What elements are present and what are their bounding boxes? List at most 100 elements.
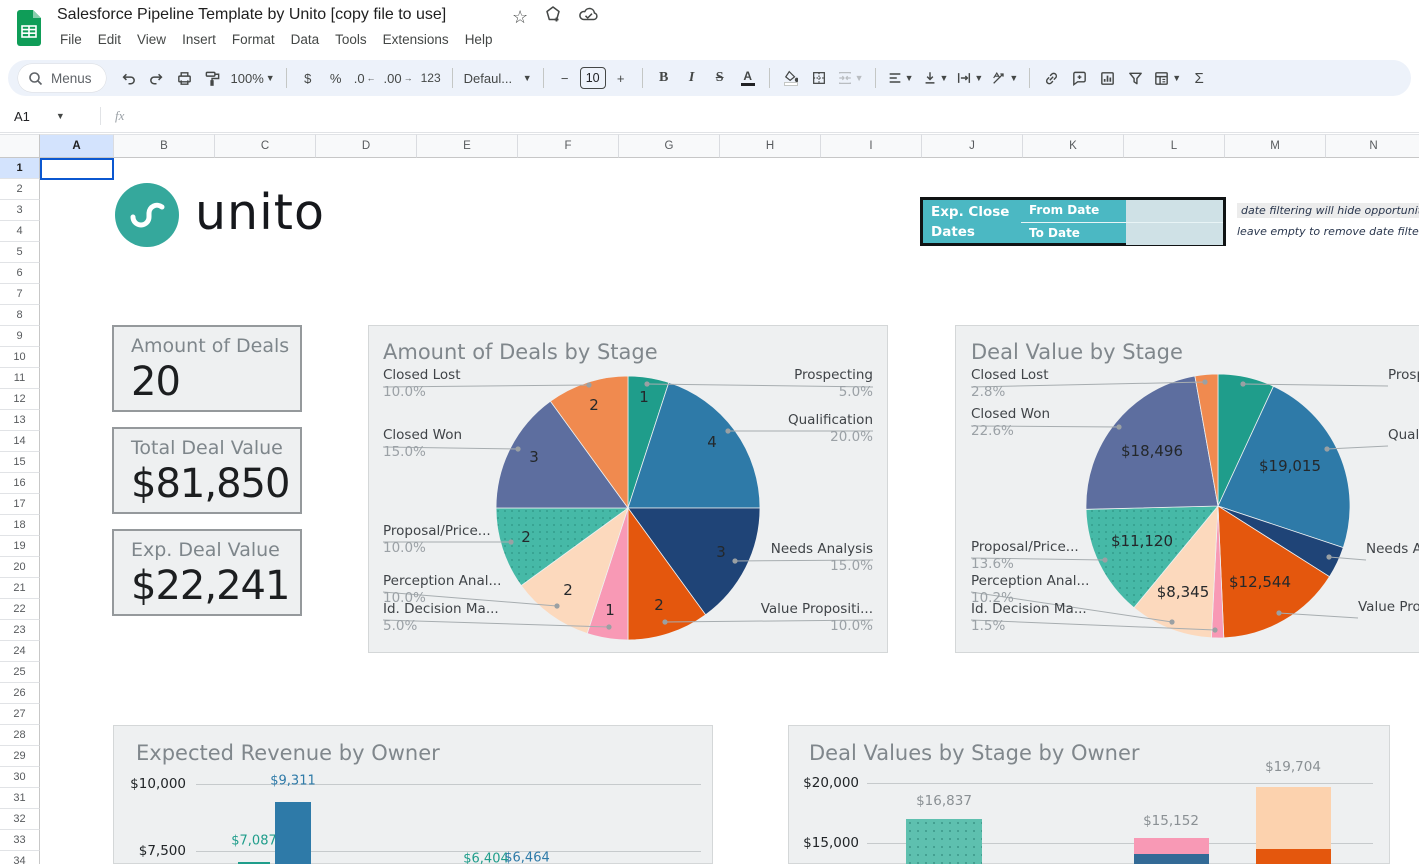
row-header-18[interactable]: 18 — [0, 515, 40, 536]
column-header-g[interactable]: G — [619, 134, 720, 158]
horizontal-align-button[interactable]: ▼ — [884, 65, 917, 91]
menu-format[interactable]: Format — [224, 29, 283, 50]
menu-file[interactable]: File — [52, 29, 90, 50]
row-header-11[interactable]: 11 — [0, 368, 40, 389]
column-header-j[interactable]: J — [922, 134, 1023, 158]
column-header-c[interactable]: C — [215, 134, 316, 158]
chart-value_by_stage[interactable]: Deal Value by StageProspectingQualificat… — [955, 325, 1419, 653]
row-header-8[interactable]: 8 — [0, 305, 40, 326]
row-header-21[interactable]: 21 — [0, 578, 40, 599]
row-header-20[interactable]: 20 — [0, 557, 40, 578]
stacked-bar-segment[interactable] — [906, 819, 982, 864]
row-header-6[interactable]: 6 — [0, 263, 40, 284]
column-header-l[interactable]: L — [1124, 134, 1225, 158]
fill-color-button[interactable] — [778, 65, 804, 91]
document-title[interactable]: Salesforce Pipeline Template by Unito [c… — [57, 6, 446, 24]
menu-edit[interactable]: Edit — [90, 29, 129, 50]
decrease-decimal-button[interactable]: .0← — [351, 65, 379, 91]
row-header-13[interactable]: 13 — [0, 410, 40, 431]
column-header-n[interactable]: N — [1326, 134, 1419, 158]
text-wrap-button[interactable]: ▼ — [953, 65, 986, 91]
increase-font-size-button[interactable]: + — [608, 65, 634, 91]
row-header-19[interactable]: 19 — [0, 536, 40, 557]
italic-button[interactable]: I — [679, 65, 705, 91]
menu-help[interactable]: Help — [457, 29, 501, 50]
formula-input[interactable] — [124, 100, 1419, 132]
text-color-button[interactable]: A — [735, 65, 761, 91]
google-sheets-logo-icon[interactable] — [15, 9, 43, 52]
number-format-button[interactable]: 123 — [418, 65, 444, 91]
decrease-font-size-button[interactable]: − — [552, 65, 578, 91]
print-button[interactable] — [172, 65, 198, 91]
row-header-5[interactable]: 5 — [0, 242, 40, 263]
paint-format-button[interactable] — [200, 65, 226, 91]
row-header-2[interactable]: 2 — [0, 179, 40, 200]
row-header-15[interactable]: 15 — [0, 452, 40, 473]
label-icon[interactable] — [544, 5, 562, 28]
menu-view[interactable]: View — [129, 29, 174, 50]
borders-button[interactable] — [806, 65, 832, 91]
star-icon[interactable]: ☆ — [512, 8, 528, 26]
row-header-17[interactable]: 17 — [0, 494, 40, 515]
increase-decimal-button[interactable]: .00→ — [381, 65, 416, 91]
stacked-bar-segment[interactable] — [1134, 838, 1209, 854]
insert-chart-button[interactable] — [1094, 65, 1120, 91]
column-header-a[interactable]: A — [40, 134, 114, 158]
create-filter-button[interactable] — [1122, 65, 1148, 91]
insert-link-button[interactable] — [1038, 65, 1064, 91]
chart-revenue_by_owner[interactable]: Expected Revenue by Owner$10,000$7,500$7… — [113, 725, 713, 864]
to-date-input[interactable] — [1126, 223, 1223, 245]
text-rotation-button[interactable]: ▼ — [988, 65, 1021, 91]
stacked-bar-segment[interactable] — [1134, 854, 1209, 864]
functions-button[interactable]: Σ — [1186, 65, 1212, 91]
row-header-14[interactable]: 14 — [0, 431, 40, 452]
row-header-34[interactable]: 34 — [0, 851, 40, 864]
bar[interactable] — [275, 802, 311, 864]
row-header-32[interactable]: 32 — [0, 809, 40, 830]
row-header-30[interactable]: 30 — [0, 767, 40, 788]
stacked-bar-segment[interactable] — [1256, 849, 1331, 864]
strikethrough-button[interactable]: S — [707, 65, 733, 91]
row-header-24[interactable]: 24 — [0, 641, 40, 662]
undo-button[interactable] — [116, 65, 142, 91]
zoom-select[interactable]: 100%▼ — [228, 65, 278, 91]
row-header-29[interactable]: 29 — [0, 746, 40, 767]
bold-button[interactable]: B — [651, 65, 677, 91]
font-select[interactable]: Defaul...▼ — [461, 65, 535, 91]
format-currency-button[interactable]: $ — [295, 65, 321, 91]
selected-cell-a1[interactable] — [40, 158, 114, 180]
column-header-b[interactable]: B — [114, 134, 215, 158]
redo-button[interactable] — [144, 65, 170, 91]
format-percent-button[interactable]: % — [323, 65, 349, 91]
column-header-k[interactable]: K — [1023, 134, 1124, 158]
row-header-9[interactable]: 9 — [0, 326, 40, 347]
chart-deals_by_stage[interactable]: Amount of Deals by StageProspecting5.0%Q… — [368, 325, 888, 653]
row-header-31[interactable]: 31 — [0, 788, 40, 809]
chart-values_by_stage_owner[interactable]: Deal Values by Stage by Owner$20,000$15,… — [788, 725, 1390, 864]
cloud-saved-icon[interactable] — [578, 5, 600, 28]
menu-insert[interactable]: Insert — [174, 29, 224, 50]
menu-tools[interactable]: Tools — [327, 29, 375, 50]
row-header-10[interactable]: 10 — [0, 347, 40, 368]
font-size-input[interactable]: 10 — [580, 67, 606, 89]
row-header-23[interactable]: 23 — [0, 620, 40, 641]
vertical-align-button[interactable]: ▼ — [919, 65, 952, 91]
row-header-16[interactable]: 16 — [0, 473, 40, 494]
column-header-d[interactable]: D — [316, 134, 417, 158]
column-header-f[interactable]: F — [518, 134, 619, 158]
kpi-card-1[interactable]: Total Deal Value$81,850 — [112, 427, 302, 514]
row-header-12[interactable]: 12 — [0, 389, 40, 410]
name-box-dropdown-icon[interactable]: ▼ — [56, 111, 65, 121]
column-header-m[interactable]: M — [1225, 134, 1326, 158]
row-header-26[interactable]: 26 — [0, 683, 40, 704]
column-header-i[interactable]: I — [821, 134, 922, 158]
select-all-corner[interactable] — [0, 134, 40, 158]
row-header-33[interactable]: 33 — [0, 830, 40, 851]
column-header-h[interactable]: H — [720, 134, 821, 158]
from-date-input[interactable] — [1126, 200, 1223, 222]
row-header-1[interactable]: 1 — [0, 158, 40, 179]
row-header-7[interactable]: 7 — [0, 284, 40, 305]
menu-data[interactable]: Data — [283, 29, 328, 50]
kpi-card-0[interactable]: Amount of Deals20 — [112, 325, 302, 412]
insert-comment-button[interactable] — [1066, 65, 1092, 91]
